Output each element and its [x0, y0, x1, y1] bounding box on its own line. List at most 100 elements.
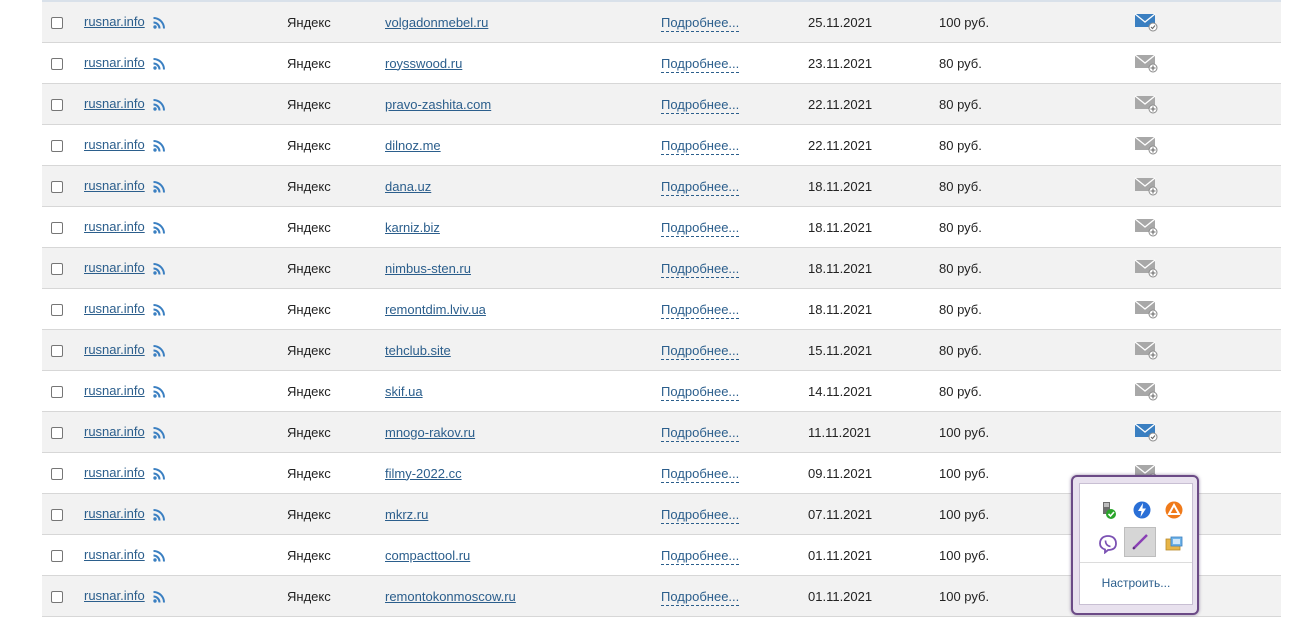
search-engine: Яндекс: [287, 96, 331, 112]
details-link[interactable]: Подробнее...: [661, 383, 740, 401]
row-checkbox[interactable]: [51, 509, 63, 522]
site-link[interactable]: rusnar.info: [84, 301, 145, 316]
domain-link[interactable]: tehclub.site: [385, 343, 451, 358]
details-link[interactable]: Подробнее...: [661, 260, 740, 278]
details-link[interactable]: Подробнее...: [661, 588, 740, 606]
rss-icon[interactable]: [152, 508, 166, 522]
price: 80 руб.: [939, 301, 982, 317]
domain-link[interactable]: skif.ua: [385, 384, 423, 399]
mail-add-icon[interactable]: [1134, 340, 1158, 360]
details-link[interactable]: Подробнее...: [661, 178, 740, 196]
rss-icon[interactable]: [152, 221, 166, 235]
site-link[interactable]: rusnar.info: [84, 383, 145, 398]
row-checkbox[interactable]: [51, 304, 63, 317]
details-link[interactable]: Подробнее...: [661, 342, 740, 360]
row-checkbox[interactable]: [51, 58, 63, 71]
site-link[interactable]: rusnar.info: [84, 424, 145, 439]
domain-link[interactable]: dilnoz.me: [385, 138, 441, 153]
mail-add-icon[interactable]: [1134, 381, 1158, 401]
domain-link[interactable]: filmy-2022.cc: [385, 466, 462, 481]
domain-link[interactable]: pravo-zashita.com: [385, 97, 491, 112]
rss-icon[interactable]: [152, 262, 166, 276]
site-link[interactable]: rusnar.info: [84, 260, 145, 275]
domain-link[interactable]: remontdim.lviv.ua: [385, 302, 486, 317]
search-engine: Яндекс: [287, 301, 331, 317]
rss-icon[interactable]: [152, 139, 166, 153]
site-link[interactable]: rusnar.info: [84, 178, 145, 193]
details-link[interactable]: Подробнее...: [661, 465, 740, 483]
site-link[interactable]: rusnar.info: [84, 342, 145, 357]
details-link[interactable]: Подробнее...: [661, 96, 740, 114]
row-checkbox[interactable]: [51, 140, 63, 153]
details-link[interactable]: Подробнее...: [661, 506, 740, 524]
rss-icon[interactable]: [152, 16, 166, 30]
rss-icon[interactable]: [152, 426, 166, 440]
details-link[interactable]: Подробнее...: [661, 219, 740, 237]
row-checkbox[interactable]: [51, 181, 63, 194]
date: 18.11.2021: [808, 219, 873, 235]
site-link[interactable]: rusnar.info: [84, 506, 145, 521]
mail-sent-icon[interactable]: [1134, 422, 1158, 442]
rss-icon[interactable]: [152, 57, 166, 71]
rss-icon[interactable]: [152, 303, 166, 317]
row-checkbox[interactable]: [51, 550, 63, 563]
pen-icon[interactable]: [1130, 532, 1150, 552]
domain-link[interactable]: compacttool.ru: [385, 548, 470, 563]
site-link[interactable]: rusnar.info: [84, 219, 145, 234]
domain-link[interactable]: volgadonmebel.ru: [385, 15, 488, 30]
domain-link[interactable]: mnogo-rakov.ru: [385, 425, 475, 440]
row-checkbox[interactable]: [51, 468, 63, 481]
mail-add-icon[interactable]: [1134, 53, 1158, 73]
details-link[interactable]: Подробнее...: [661, 547, 740, 565]
domain-link[interactable]: remontokonmoscow.ru: [385, 589, 516, 604]
details-link[interactable]: Подробнее...: [661, 424, 740, 442]
site-link[interactable]: rusnar.info: [84, 547, 145, 562]
row-checkbox[interactable]: [51, 591, 63, 604]
site-link[interactable]: rusnar.info: [84, 96, 145, 111]
details-link[interactable]: Подробнее...: [661, 301, 740, 319]
mail-add-icon[interactable]: [1134, 135, 1158, 155]
row-checkbox[interactable]: [51, 345, 63, 358]
site-link[interactable]: rusnar.info: [84, 588, 145, 603]
row-checkbox[interactable]: [51, 263, 63, 276]
details-link[interactable]: Подробнее...: [661, 55, 740, 73]
mail-add-icon[interactable]: [1134, 176, 1158, 196]
row-checkbox[interactable]: [51, 427, 63, 440]
row-checkbox[interactable]: [51, 17, 63, 30]
network-folder-icon[interactable]: [1164, 534, 1184, 554]
rss-icon[interactable]: [152, 98, 166, 112]
mail-add-icon[interactable]: [1134, 258, 1158, 278]
details-link[interactable]: Подробнее...: [661, 14, 740, 32]
rss-icon[interactable]: [152, 344, 166, 358]
tray-overflow-popup: Настроить...: [1071, 475, 1199, 615]
bolt-icon[interactable]: [1132, 500, 1152, 520]
domain-link[interactable]: karniz.biz: [385, 220, 440, 235]
mail-add-icon[interactable]: [1134, 299, 1158, 319]
site-link[interactable]: rusnar.info: [84, 465, 145, 480]
domain-link[interactable]: mkrz.ru: [385, 507, 428, 522]
row-checkbox[interactable]: [51, 99, 63, 112]
site-link[interactable]: rusnar.info: [84, 14, 145, 29]
mail-add-icon[interactable]: [1134, 94, 1158, 114]
details-link[interactable]: Подробнее...: [661, 137, 740, 155]
domain-link[interactable]: roysswood.ru: [385, 56, 462, 71]
tray-customize-link[interactable]: Настроить...: [1080, 576, 1192, 590]
mail-sent-icon[interactable]: [1134, 12, 1158, 32]
rss-icon[interactable]: [152, 549, 166, 563]
rss-icon[interactable]: [152, 385, 166, 399]
domain-link[interactable]: dana.uz: [385, 179, 431, 194]
row-checkbox[interactable]: [51, 222, 63, 235]
domain-link[interactable]: nimbus-sten.ru: [385, 261, 471, 276]
avast-icon[interactable]: [1164, 500, 1184, 520]
mail-add-icon[interactable]: [1134, 217, 1158, 237]
price: 80 руб.: [939, 96, 982, 112]
site-link[interactable]: rusnar.info: [84, 137, 145, 152]
viber-icon[interactable]: [1098, 534, 1118, 554]
site-link[interactable]: rusnar.info: [84, 55, 145, 70]
row-checkbox[interactable]: [51, 386, 63, 399]
rss-icon[interactable]: [152, 467, 166, 481]
table-row: rusnar.info Яндекс dilnoz.me Подробнее... 22…: [42, 124, 1281, 166]
usb-safe-remove-icon[interactable]: [1098, 500, 1118, 520]
rss-icon[interactable]: [152, 180, 166, 194]
rss-icon[interactable]: [152, 590, 166, 604]
